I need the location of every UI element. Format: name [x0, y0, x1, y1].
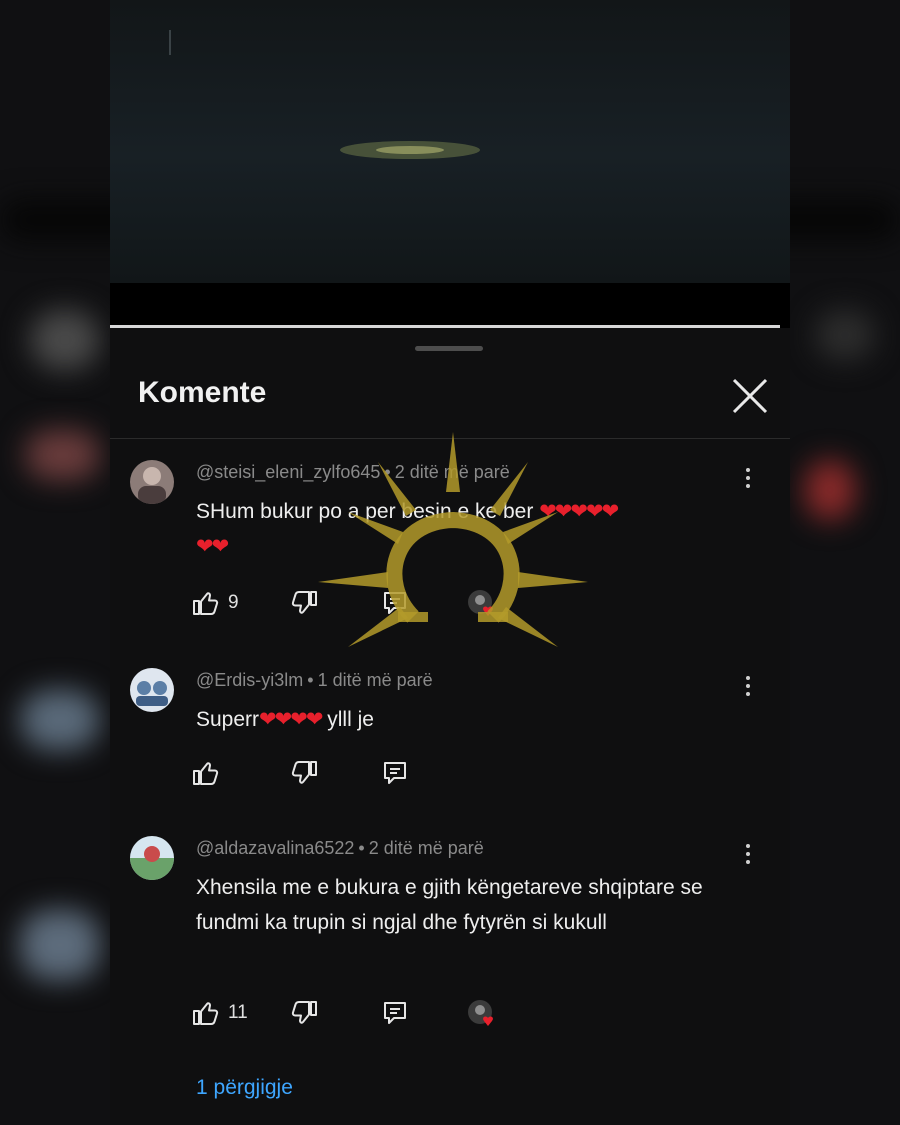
like-button[interactable]: 11 [190, 996, 248, 1030]
comment-actions [190, 756, 750, 790]
backdrop-blur-shape [25, 430, 100, 480]
heart-emojis: ❤❤❤❤ [259, 708, 323, 731]
heart-emojis: ❤❤❤❤❤ [539, 500, 619, 523]
backdrop-blur-shape [20, 910, 100, 980]
video-letterbox [110, 283, 790, 328]
comment-author[interactable]: @aldazavalina6522 [196, 838, 354, 858]
backdrop-blur-shape [30, 310, 100, 370]
reply-icon [384, 762, 406, 784]
like-button[interactable] [190, 756, 220, 790]
comment-meta: @Erdis-yi3lm • 1 ditë më parë [196, 670, 433, 691]
dislike-button[interactable] [290, 756, 320, 790]
comment-menu-button[interactable] [738, 672, 758, 702]
avatar[interactable] [130, 460, 174, 504]
reply-button[interactable] [382, 996, 408, 1030]
thumb-down-icon [291, 761, 317, 784]
reply-button[interactable] [382, 586, 408, 620]
video-player[interactable] [110, 0, 790, 283]
comment-text-content: SHum bukur po a per besin e ke ber [196, 500, 534, 523]
comment-actions: 11 [190, 996, 750, 1030]
avatar-image [130, 668, 174, 712]
comment-author[interactable]: @steisi_eleni_zylfo645 [196, 462, 380, 482]
close-icon [732, 378, 768, 414]
thumb-down-icon [291, 591, 317, 614]
creator-heart-icon [466, 998, 496, 1028]
heart-emojis: ❤❤ [196, 535, 229, 558]
comment-text: Xhensila me e bukura e gjith këngetareve… [196, 876, 703, 934]
comment-meta: @aldazavalina6522 • 2 ditë më parë [196, 838, 484, 859]
comment-menu-button[interactable] [738, 464, 758, 494]
comment-meta: @steisi_eleni_zylfo645 • 2 ditë më parë [196, 462, 510, 483]
comment-actions: 9 [190, 586, 750, 620]
thumb-up-icon [193, 1002, 219, 1025]
video-frame [169, 30, 480, 159]
creator-heart-icon [466, 588, 496, 618]
comment-text-content: Superr [196, 708, 260, 731]
dislike-button[interactable] [290, 996, 320, 1030]
comments-sheet: Komente @steisi_eleni_zylfo645 • 2 ditë … [110, 328, 790, 1125]
thumb-up-icon [193, 762, 219, 785]
like-count: 9 [228, 592, 239, 613]
avatar-image [130, 460, 174, 504]
backdrop-blur-shape [815, 310, 875, 360]
comment-text: SHum bukur po a per besin e ke ber ❤❤❤❤❤… [196, 494, 751, 564]
reply-icon [384, 1002, 406, 1024]
comment-author[interactable]: @Erdis-yi3lm [196, 670, 303, 690]
thumb-down-icon [291, 1001, 317, 1024]
backdrop-blur-shape [20, 690, 100, 750]
view-replies-link[interactable]: 1 përgjigje [196, 1076, 293, 1100]
reply-button[interactable] [382, 756, 408, 790]
comment-time: 2 ditë më parë [368, 838, 484, 858]
avatar-image [130, 836, 174, 880]
reply-icon [384, 592, 406, 614]
avatar[interactable] [130, 836, 174, 880]
meta-separator: • [384, 462, 391, 482]
avatar[interactable] [130, 668, 174, 712]
comment-text: Superr❤❤❤❤ ylll je [196, 702, 751, 737]
like-count: 11 [228, 1002, 248, 1023]
divider [110, 438, 790, 439]
screen: Komente @steisi_eleni_zylfo645 • 2 ditë … [0, 0, 900, 1125]
meta-separator: • [358, 838, 365, 858]
sheet-drag-handle[interactable] [415, 346, 483, 351]
like-button[interactable]: 9 [190, 586, 239, 620]
dislike-button[interactable] [290, 586, 320, 620]
comment-text-content: ylll je [321, 708, 374, 731]
comment-time: 1 ditë më parë [317, 670, 433, 690]
thumb-up-icon [193, 592, 219, 615]
phone-screen: Komente @steisi_eleni_zylfo645 • 2 ditë … [110, 0, 790, 1125]
sheet-title: Komente [138, 376, 267, 409]
backdrop-blur-shape [805, 460, 855, 520]
meta-separator: • [307, 670, 314, 690]
comment-menu-button[interactable] [738, 840, 758, 870]
comment-time: 2 ditë më parë [394, 462, 510, 482]
close-button[interactable] [728, 374, 772, 418]
